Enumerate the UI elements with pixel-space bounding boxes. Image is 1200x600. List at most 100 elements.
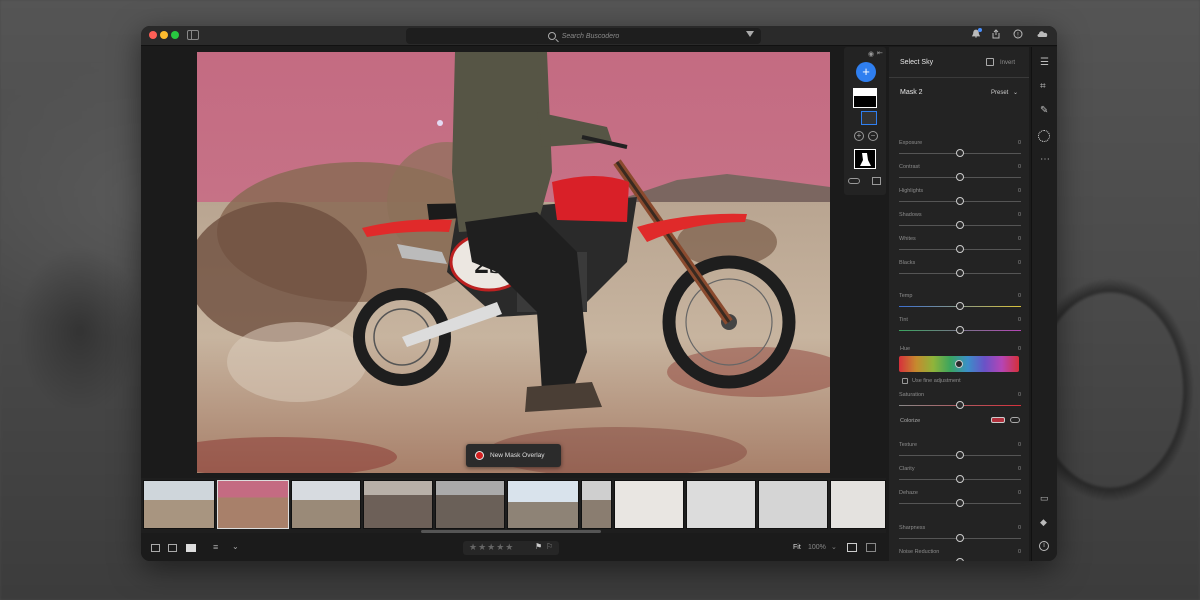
sort-chevron-icon[interactable]: ⌄ <box>232 542 239 551</box>
search-icon <box>547 32 556 40</box>
slider-knob[interactable] <box>956 221 964 229</box>
invert-checkbox[interactable] <box>986 58 994 66</box>
slider-knob[interactable] <box>956 499 964 507</box>
colorize-toggle[interactable] <box>1010 417 1020 423</box>
app-window: Search Buscodero ! New Mask Overlay ◉ ⇤ … <box>141 26 1057 561</box>
filmstrip-thumb[interactable] <box>830 480 886 529</box>
flag-reject-icon[interactable]: ⚐ <box>546 542 553 551</box>
info-icon[interactable]: i <box>1039 541 1049 551</box>
edit-sliders-icon[interactable]: ☰ <box>1040 57 1049 68</box>
filmstrip-thumb[interactable] <box>291 480 361 529</box>
zoom-chevron-icon[interactable]: ⌄ <box>831 543 837 551</box>
minimize-window-button[interactable] <box>160 31 168 39</box>
fit-button[interactable]: Fit <box>793 544 801 551</box>
filmstrip-thumb[interactable] <box>581 480 612 529</box>
slider-highlights[interactable]: Highlights 0 <box>899 188 1021 210</box>
slider-value: 0 <box>1017 490 1021 496</box>
slider-noise-reduction[interactable]: Noise Reduction 0 <box>899 549 1021 561</box>
grid-view-icon[interactable] <box>151 544 160 552</box>
crop-icon[interactable]: ⌗ <box>1040 81 1046 92</box>
sidebar-toggle-icon[interactable] <box>187 30 199 40</box>
close-window-button[interactable] <box>149 31 157 39</box>
slider-clarity[interactable]: Clarity 0 <box>899 466 1021 488</box>
slider-label: Highlights <box>899 188 924 194</box>
visibility-eye-icon[interactable]: ◉ <box>868 50 874 58</box>
slider-label: Exposure <box>899 140 923 146</box>
slider-knob[interactable] <box>956 475 964 483</box>
help-icon[interactable]: ! <box>1012 29 1024 41</box>
slider-knob[interactable] <box>956 451 964 459</box>
slider-knob[interactable] <box>956 173 964 181</box>
cloud-icon[interactable] <box>1036 29 1048 41</box>
slider-knob[interactable] <box>956 269 964 277</box>
slider-knob[interactable] <box>956 197 964 205</box>
slider-knob[interactable] <box>956 558 964 561</box>
filmstrip-thumb[interactable] <box>143 480 215 529</box>
panel-toggle-icon[interactable] <box>866 543 876 552</box>
fullscreen-icon[interactable] <box>872 177 881 185</box>
slider-value: 0 <box>1017 212 1021 218</box>
slider-knob[interactable] <box>956 245 964 253</box>
slider-tint[interactable]: Tint 0 <box>899 317 1021 339</box>
overlay-label: New Mask Overlay <box>490 452 545 459</box>
add-component-icon[interactable]: + <box>854 131 864 141</box>
slider-contrast[interactable]: Contrast 0 <box>899 164 1021 186</box>
slider-sharpness[interactable]: Sharpness 0 <box>899 525 1021 547</box>
filmstrip-thumb[interactable] <box>363 480 433 529</box>
slider-texture[interactable]: Texture 0 <box>899 442 1021 464</box>
masking-icon[interactable] <box>1038 130 1050 142</box>
photo-mask-thumb[interactable] <box>861 111 877 125</box>
overlay-color-icon[interactable] <box>475 451 484 460</box>
slider-exposure[interactable]: Exposure 0 <box>899 140 1021 162</box>
filter-icon[interactable] <box>746 31 754 37</box>
slider-knob[interactable] <box>956 149 964 157</box>
slider-knob[interactable] <box>956 401 964 409</box>
slider-blacks[interactable]: Blacks 0 <box>899 260 1021 282</box>
mask-overlay-toggle[interactable]: New Mask Overlay <box>466 444 561 467</box>
preset-dropdown[interactable]: Preset <box>991 90 1008 96</box>
zoom-level[interactable]: 100% <box>808 544 826 551</box>
subject-mask-thumb[interactable] <box>854 149 876 169</box>
star-rating[interactable]: ★★★★★ <box>469 542 514 553</box>
hue-knob[interactable] <box>955 360 963 368</box>
filmstrip-thumb[interactable] <box>758 480 828 529</box>
filmstrip-thumb[interactable] <box>614 480 684 529</box>
filmstrip-scrollbar[interactable] <box>421 530 601 533</box>
add-mask-button[interactable]: + <box>856 62 876 82</box>
slider-knob[interactable] <box>956 534 964 542</box>
collapse-arrow-icon[interactable]: ⇤ <box>877 49 883 57</box>
filmstrip-thumb[interactable] <box>686 480 756 529</box>
slider-value: 0 <box>1017 549 1021 555</box>
more-icon[interactable]: ⋯ <box>1040 154 1050 165</box>
slider-knob[interactable] <box>956 326 964 334</box>
subtract-component-icon[interactable]: − <box>868 131 878 141</box>
chevron-down-icon[interactable]: ⌄ <box>1013 89 1018 96</box>
slider-saturation[interactable]: Saturation 0 <box>899 392 1021 414</box>
sort-icon[interactable]: ≡ <box>213 542 218 552</box>
compare-icon[interactable] <box>847 543 857 552</box>
slider-dehaze[interactable]: Dehaze 0 <box>899 490 1021 512</box>
fine-adjust-checkbox[interactable] <box>902 378 908 384</box>
filmstrip-thumb[interactable] <box>507 480 579 529</box>
comment-icon[interactable]: ▭ <box>1040 493 1049 504</box>
healing-icon[interactable]: ✎ <box>1040 105 1048 116</box>
slider-label: Texture <box>899 442 918 448</box>
slider-knob[interactable] <box>956 302 964 310</box>
photo-canvas[interactable]: 23 New Mask Overlay <box>197 52 830 473</box>
filmstrip-thumb-selected[interactable] <box>217 480 289 529</box>
slider-label: Clarity <box>899 466 915 472</box>
flag-pick-icon[interactable]: ⚑ <box>535 542 542 551</box>
filmstrip-thumb[interactable] <box>435 480 505 529</box>
square-grid-icon[interactable] <box>168 544 177 552</box>
slider-shadows[interactable]: Shadows 0 <box>899 212 1021 234</box>
slider-temp[interactable]: Temp 0 <box>899 293 1021 315</box>
tag-icon[interactable]: ◆ <box>1040 517 1047 528</box>
detail-view-icon[interactable] <box>186 544 196 552</box>
search-bar[interactable]: Search Buscodero <box>406 28 761 44</box>
share-icon[interactable] <box>990 29 1002 41</box>
maximize-window-button[interactable] <box>171 31 179 39</box>
overlay-toggle-switch[interactable] <box>848 178 860 184</box>
colorize-swatch[interactable] <box>991 417 1005 423</box>
slider-whites[interactable]: Whites 0 <box>899 236 1021 258</box>
sky-mask-thumb[interactable] <box>853 88 877 108</box>
